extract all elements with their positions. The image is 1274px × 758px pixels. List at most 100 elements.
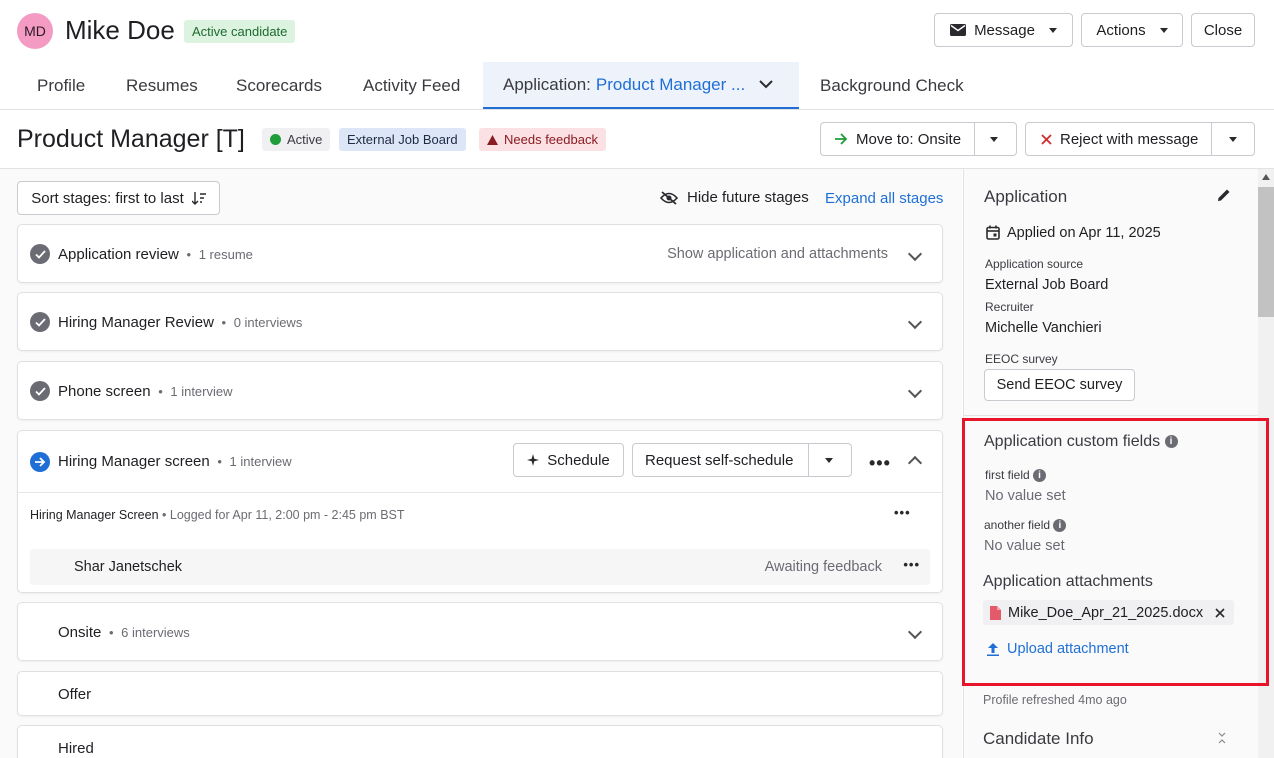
chevron-down-icon[interactable]: [907, 383, 923, 399]
highlight-box: [962, 418, 1269, 686]
expand-all-link[interactable]: Expand all stages: [825, 190, 943, 207]
hide-future-stages[interactable]: Hide future stages: [660, 189, 809, 206]
move-to-label: Move to: Onsite: [856, 130, 962, 148]
divider: [964, 415, 1259, 416]
sort-stages-button[interactable]: Sort stages: first to last: [17, 181, 220, 215]
interview-more-icon[interactable]: •••: [894, 505, 911, 520]
stage-name: Onsite • 6 interviews: [58, 623, 190, 641]
recruiter-value: Michelle Vanchieri: [985, 320, 1102, 336]
close-icon: [1041, 133, 1052, 145]
close-label: Close: [1203, 21, 1243, 39]
arrow-right-icon: [835, 133, 848, 145]
collapse-icon[interactable]: [1217, 732, 1227, 744]
tab-application-prefix: Application:: [503, 74, 591, 94]
candidate-info-title: Candidate Info: [983, 729, 1094, 748]
candidate-header: MD Mike Doe Active candidate Message Act…: [0, 0, 1274, 62]
stage-name: Hired: [58, 740, 94, 757]
stage-name: Hiring Manager Review • 0 interviews: [58, 313, 303, 331]
job-status-badge: Active: [262, 128, 331, 151]
source-label: Application source: [985, 257, 1084, 271]
candidate-name: Mike Doe: [65, 15, 175, 45]
scrollbar-thumb[interactable]: [1258, 187, 1274, 317]
chevron-down-icon[interactable]: [907, 314, 923, 330]
message-label: Message: [974, 21, 1035, 39]
job-row: Product Manager [T] Active External Job …: [0, 110, 1274, 169]
tab-scorecards[interactable]: Scorecards: [236, 62, 322, 109]
feedback-badge: Needs feedback: [479, 128, 606, 151]
source-badge: External Job Board: [339, 128, 466, 151]
recruiter-label: Recruiter: [985, 300, 1034, 314]
stage-name: Offer: [58, 686, 92, 703]
check-circle-icon: [30, 381, 50, 401]
source-value: External Job Board: [985, 277, 1109, 293]
reject-menu-icon[interactable]: [1229, 137, 1237, 142]
stage-name: Phone screen • 1 interview: [58, 382, 233, 400]
actions-button[interactable]: Actions: [1081, 13, 1183, 47]
stage-name: Hiring Manager screen • 1 interview: [58, 453, 292, 470]
chevron-down-icon: [1048, 27, 1057, 33]
pencil-icon[interactable]: [1217, 188, 1231, 202]
application-title: Application: [984, 187, 1068, 206]
job-title: Product Manager [T]: [17, 125, 245, 153]
more-icon[interactable]: •••: [869, 453, 891, 474]
active-dot-icon: [270, 134, 281, 145]
stage-name: Application review • 1 resume: [58, 245, 253, 263]
stage-card[interactable]: Phone screen • 1 interview: [17, 361, 943, 420]
interviewer-more-icon[interactable]: •••: [903, 557, 920, 572]
tab-profile[interactable]: Profile: [37, 62, 85, 109]
hide-future-label: Hide future stages: [687, 189, 809, 206]
self-schedule-label: Request self-schedule: [645, 451, 794, 469]
arrow-right-circle-icon: [30, 451, 50, 472]
self-schedule-menu-icon[interactable]: [825, 458, 833, 463]
show-application-link[interactable]: Show application and attachments: [667, 246, 888, 262]
interview-title: Hiring Manager Screen • Logged for Apr 1…: [30, 508, 405, 522]
eeoc-label: EEOC survey: [985, 352, 1058, 366]
stage-card[interactable]: Onsite • 6 interviews: [17, 602, 943, 661]
eye-off-icon: [660, 190, 678, 205]
schedule-label: Schedule: [547, 451, 610, 469]
divider: [1211, 123, 1212, 155]
sort-stages-label: Sort stages: first to last: [31, 189, 184, 207]
chevron-down-icon: [759, 80, 773, 89]
reject-button[interactable]: Reject with message: [1025, 122, 1255, 156]
tab-background-check[interactable]: Background Check: [820, 62, 964, 109]
stages-panel: Sort stages: first to last Hide future s…: [0, 169, 962, 758]
move-to-menu-icon[interactable]: [990, 137, 998, 142]
move-to-button[interactable]: Move to: Onsite: [820, 122, 1017, 156]
message-button[interactable]: Message: [934, 13, 1073, 47]
stage-card[interactable]: Hired: [17, 725, 943, 758]
close-button[interactable]: Close: [1191, 13, 1255, 47]
tab-application-job: Product Manager ...: [595, 74, 746, 94]
chevron-down-icon[interactable]: [907, 246, 923, 262]
divider: [808, 444, 809, 476]
sort-icon: [191, 191, 206, 205]
profile-refreshed: Profile refreshed 4mo ago: [983, 693, 1127, 707]
stage-card[interactable]: Application review • 1 resume Show appli…: [17, 224, 943, 283]
request-self-schedule-button[interactable]: Request self-schedule: [632, 443, 852, 477]
chevron-down-icon: [1159, 27, 1168, 33]
chevron-down-icon[interactable]: [907, 624, 923, 640]
tab-bar: Profile Resumes Scorecards Activity Feed…: [0, 62, 1274, 110]
send-eeoc-button[interactable]: Send EEOC survey: [984, 369, 1135, 401]
check-circle-icon: [30, 244, 50, 264]
stage-card-current: Hiring Manager screen • 1 interview Sche…: [17, 430, 943, 593]
applied-date: Applied on Apr 11, 2025: [1007, 225, 1161, 241]
envelope-icon: [950, 24, 967, 36]
scroll-up-icon[interactable]: [1262, 174, 1270, 180]
check-circle-icon: [30, 312, 50, 332]
tab-application[interactable]: Application: Product Manager ...: [483, 62, 799, 109]
status-badge: Active candidate: [184, 20, 296, 43]
avatar: MD: [17, 13, 53, 49]
sparkle-icon: [527, 454, 540, 466]
chevron-up-icon[interactable]: [907, 455, 923, 471]
actions-label: Actions: [1096, 21, 1146, 39]
divider: [974, 123, 975, 155]
tab-resumes[interactable]: Resumes: [126, 62, 198, 109]
warning-icon: [487, 134, 498, 145]
calendar-icon: [986, 225, 1000, 240]
stage-card[interactable]: Offer: [17, 671, 943, 716]
schedule-button[interactable]: Schedule: [513, 443, 624, 477]
tab-activity-feed[interactable]: Activity Feed: [363, 62, 460, 109]
stage-card[interactable]: Hiring Manager Review • 0 interviews: [17, 292, 943, 351]
interviewer-name: Shar Janetschek: [74, 559, 183, 575]
